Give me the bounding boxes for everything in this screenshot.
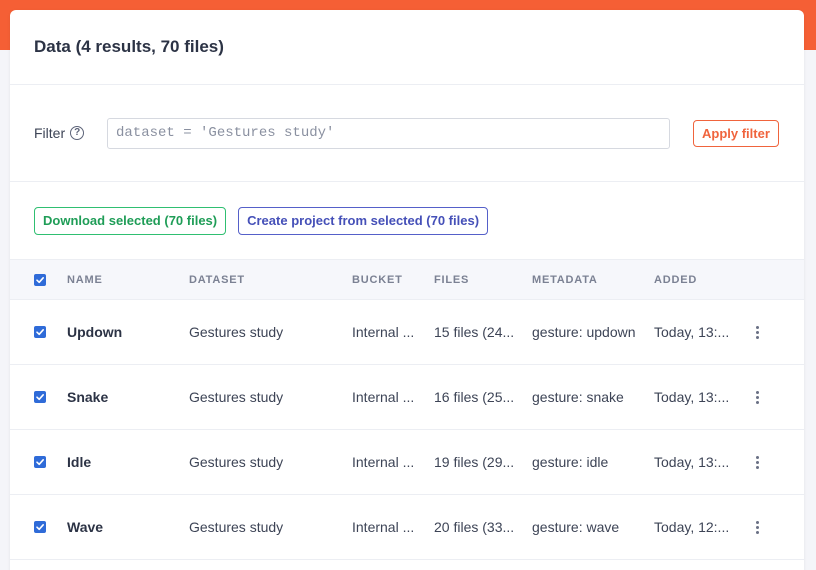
actions-row: Download selected (70 files) Create proj…	[10, 182, 804, 259]
more-vertical-icon[interactable]	[750, 519, 764, 535]
row-select-cell	[10, 495, 67, 560]
question-circle-icon[interactable]: ?	[70, 126, 85, 140]
row-dataset: Gestures study	[189, 389, 284, 405]
row-select-cell	[10, 430, 67, 495]
row-name[interactable]: Snake	[67, 365, 189, 430]
row-checkbox[interactable]	[34, 521, 46, 533]
filter-input[interactable]	[107, 117, 670, 149]
row-bucket: Internal ...	[352, 519, 415, 535]
row-name[interactable]: Updown	[67, 300, 189, 365]
column-header-files[interactable]: FILES	[434, 260, 532, 300]
data-card: Data (4 results, 70 files) Filter ? Appl…	[10, 10, 804, 570]
column-header-dataset[interactable]: DATASET	[189, 260, 352, 300]
select-all-cell	[10, 260, 67, 300]
table-row[interactable]: Wave Gestures study Internal ... 20 file…	[10, 495, 804, 560]
filter-label: Filter	[34, 125, 66, 141]
check-icon	[36, 394, 44, 401]
column-header-actions	[750, 260, 804, 300]
column-header-bucket[interactable]: BUCKET	[352, 260, 434, 300]
check-icon	[36, 459, 44, 466]
row-files: 16 files (25...	[434, 389, 515, 405]
card-header: Data (4 results, 70 files)	[10, 10, 804, 85]
check-icon	[36, 276, 44, 283]
row-dataset: Gestures study	[189, 519, 284, 535]
row-metadata: gesture: updown	[532, 324, 636, 340]
check-icon	[36, 524, 44, 531]
row-menu-cell	[750, 300, 804, 365]
row-menu-cell	[750, 365, 804, 430]
more-vertical-icon[interactable]	[750, 324, 764, 340]
row-menu-cell	[750, 495, 804, 560]
row-files: 15 files (24...	[434, 324, 515, 340]
row-bucket: Internal ...	[352, 389, 415, 405]
column-header-added[interactable]: ADDED	[654, 260, 750, 300]
row-metadata: gesture: snake	[532, 389, 624, 405]
row-menu-cell	[750, 430, 804, 495]
apply-filter-button[interactable]: Apply filter	[693, 119, 779, 147]
row-bucket: Internal ...	[352, 454, 415, 470]
row-name[interactable]: Idle	[67, 430, 189, 495]
download-selected-button[interactable]: Download selected (70 files)	[34, 206, 227, 235]
table-row[interactable]: Updown Gestures study Internal ... 15 fi…	[10, 300, 804, 365]
row-metadata: gesture: wave	[532, 519, 620, 535]
page-title: Data (4 results, 70 files)	[34, 37, 224, 56]
column-header-metadata[interactable]: METADATA	[532, 260, 654, 300]
more-vertical-icon[interactable]	[750, 454, 764, 470]
row-select-cell	[10, 365, 67, 430]
row-added: Today, 13:...	[654, 389, 730, 405]
data-table: NAME DATASET BUCKET FILES METADATA ADDED…	[10, 259, 804, 560]
row-name[interactable]: Wave	[67, 495, 189, 560]
row-added: Today, 13:...	[654, 324, 730, 340]
filter-label-group: Filter ?	[34, 125, 107, 141]
filter-row: Filter ? Apply filter	[10, 85, 804, 182]
column-header-name[interactable]: NAME	[67, 260, 189, 300]
row-added: Today, 13:...	[654, 454, 730, 470]
row-checkbox[interactable]	[34, 391, 46, 403]
row-dataset: Gestures study	[189, 324, 284, 340]
check-icon	[36, 329, 44, 336]
table-row[interactable]: Snake Gestures study Internal ... 16 fil…	[10, 365, 804, 430]
select-all-checkbox[interactable]	[34, 273, 46, 286]
row-files: 19 files (29...	[434, 454, 515, 470]
row-added: Today, 12:...	[654, 519, 730, 535]
row-dataset: Gestures study	[189, 454, 284, 470]
row-checkbox[interactable]	[34, 326, 46, 338]
row-bucket: Internal ...	[352, 324, 415, 340]
row-select-cell	[10, 300, 67, 365]
row-checkbox[interactable]	[34, 456, 46, 468]
row-files: 20 files (33...	[434, 519, 515, 535]
create-project-button[interactable]: Create project from selected (70 files)	[238, 206, 489, 235]
table-row[interactable]: Idle Gestures study Internal ... 19 file…	[10, 430, 804, 495]
more-vertical-icon[interactable]	[750, 389, 764, 405]
row-metadata: gesture: idle	[532, 454, 609, 470]
table-header-row: NAME DATASET BUCKET FILES METADATA ADDED	[10, 259, 804, 300]
